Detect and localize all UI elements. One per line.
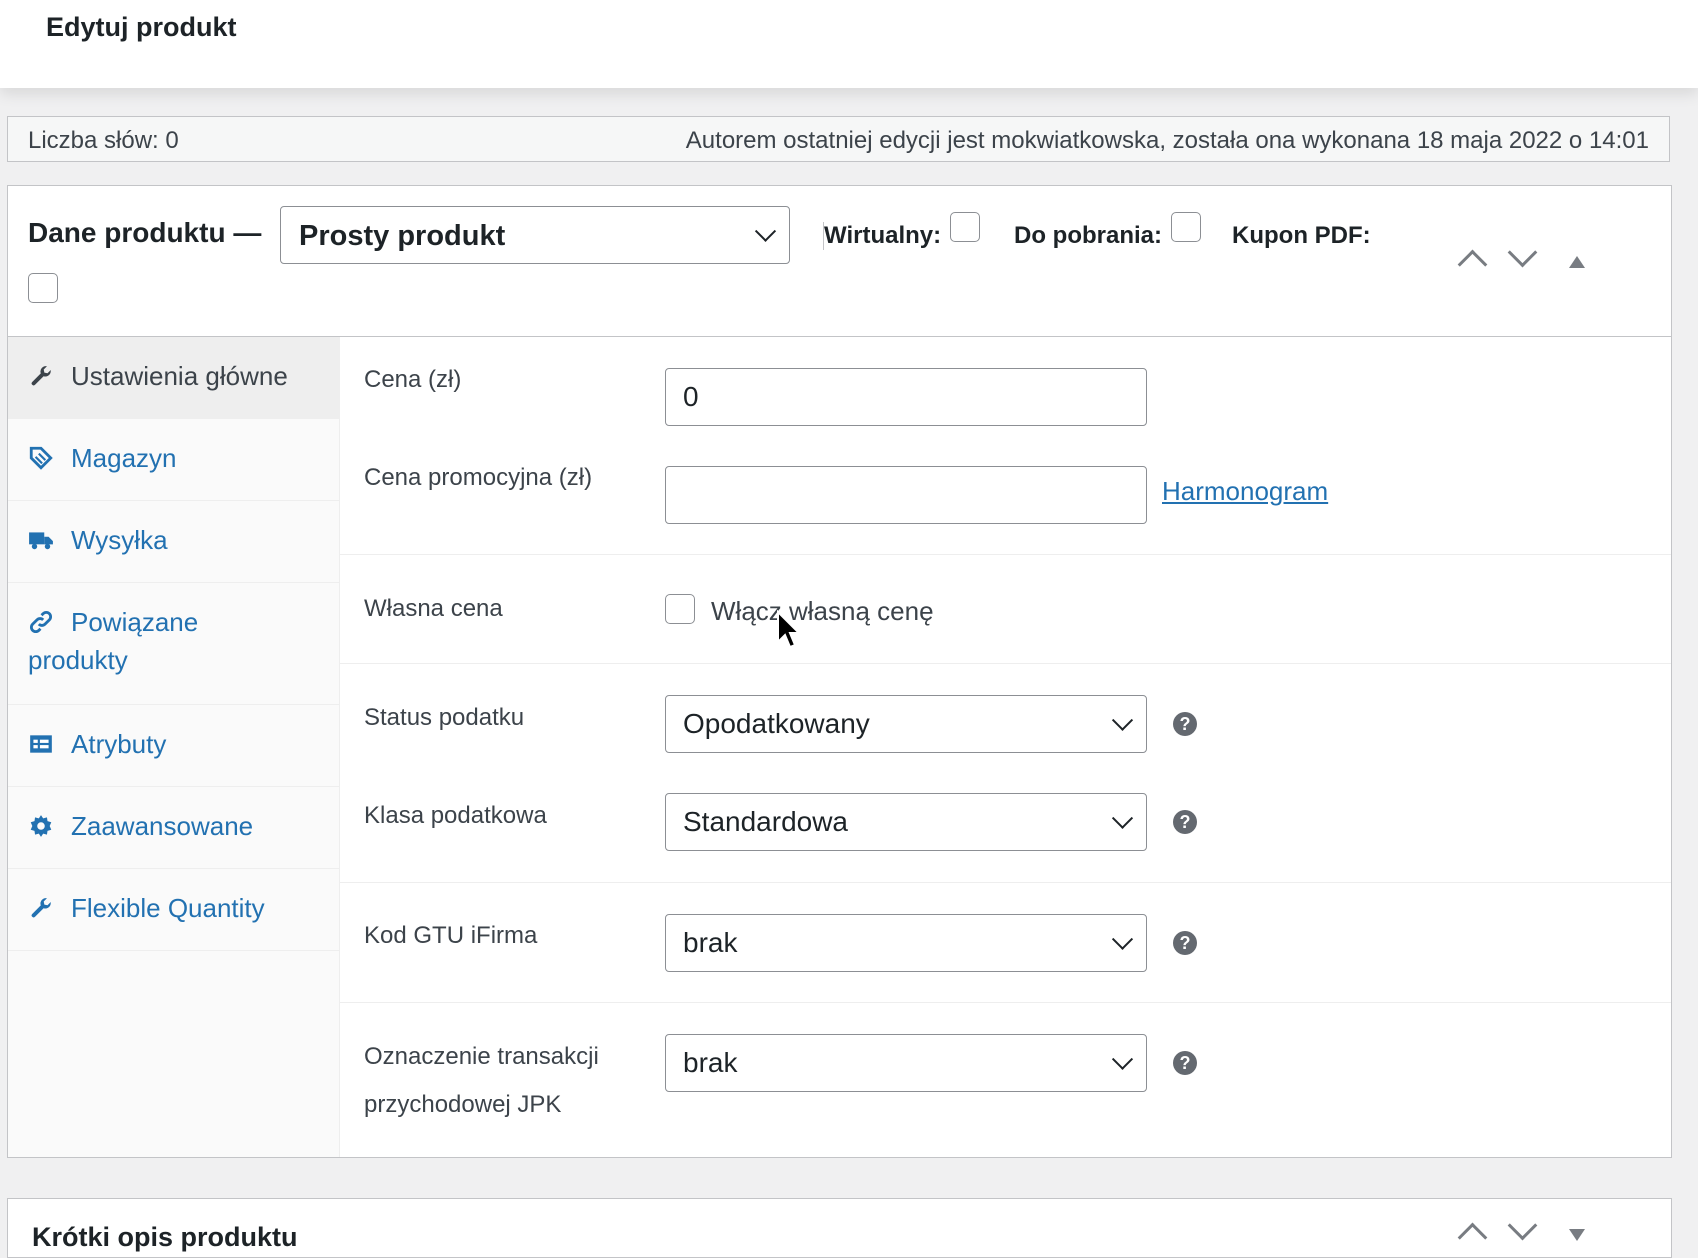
downloadable-checkbox[interactable] <box>1171 212 1201 242</box>
tab-label: Wysyłka <box>71 525 168 555</box>
general-settings-panel: Cena (zł) 0 Cena promocyjna (zł) Harmono… <box>340 337 1671 1157</box>
virtual-label: Wirtualny: <box>824 222 942 249</box>
tax-status-select[interactable]: Opodatkowany <box>665 695 1147 753</box>
product-data-label: Dane produktu — <box>28 217 262 248</box>
jpk-section: Oznaczenie transakcji przychodowej JPK b… <box>340 1003 1671 1157</box>
tab-label-line2: produkty <box>28 645 128 675</box>
move-down-icon[interactable] <box>1507 237 1538 268</box>
pdf-coupon-checkbox[interactable] <box>28 273 58 303</box>
sale-price-label: Cena promocyjna (zł) <box>364 464 593 491</box>
gtu-label: Kod GTU iFirma <box>364 922 538 949</box>
page-title: Edytuj produkt <box>46 12 237 42</box>
custom-price-checkbox[interactable] <box>665 594 695 624</box>
custom-price-checkbox-label[interactable]: Włącz własną cenę <box>711 596 934 627</box>
tab-shipping[interactable]: Wysyłka <box>8 501 339 583</box>
word-count: Liczba słów: 0 <box>28 127 179 154</box>
jpk-label-line2: przychodowej JPK <box>364 1091 562 1118</box>
help-icon[interactable]: ? <box>1173 931 1197 955</box>
move-down-icon[interactable] <box>1507 1210 1538 1241</box>
tax-class-select[interactable]: Standardowa <box>665 793 1147 851</box>
tab-general[interactable]: Ustawienia główne <box>8 337 339 419</box>
product-type-value: Prosty produkt <box>299 220 506 252</box>
tax-class-value: Standardowa <box>683 806 849 837</box>
tax-class-label: Klasa podatkowa <box>364 802 547 829</box>
tab-attributes[interactable]: Atrybuty <box>8 705 339 787</box>
tax-status-value: Opodatkowany <box>683 708 870 739</box>
price-value: 0 <box>683 381 699 412</box>
gear-icon <box>30 815 52 837</box>
move-up-icon[interactable] <box>1457 249 1488 280</box>
jpk-value: brak <box>683 1047 738 1078</box>
mouse-cursor-icon <box>777 610 802 649</box>
tab-label: Powiązane <box>71 607 199 637</box>
virtual-checkbox[interactable] <box>950 212 980 242</box>
tab-label: Ustawienia główne <box>71 361 288 391</box>
chevron-down-icon <box>754 220 777 242</box>
tab-label: Atrybuty <box>71 729 167 759</box>
gtu-section: Kod GTU iFirma brak ? <box>340 883 1671 1003</box>
wrench-icon <box>31 898 51 918</box>
tax-status-label: Status podatku <box>364 704 525 731</box>
jpk-select[interactable]: brak <box>665 1034 1147 1092</box>
tab-flexible-quantity[interactable]: Flexible Quantity <box>8 869 339 951</box>
sale-price-input[interactable] <box>665 466 1147 524</box>
tab-inventory[interactable]: Magazyn <box>8 419 339 501</box>
tab-label: Magazyn <box>71 443 177 473</box>
move-up-icon[interactable] <box>1457 1222 1488 1253</box>
downloadable-label: Do pobrania: <box>1014 222 1162 249</box>
help-icon[interactable]: ? <box>1173 810 1197 834</box>
wrench-icon <box>31 366 51 386</box>
short-description-label: Krótki opis produktu <box>32 1222 298 1252</box>
truck-icon <box>29 532 53 550</box>
product-data-tabs: Ustawienia główne Magazyn Wysyłka Powiąz… <box>8 337 340 1157</box>
gtu-value: brak <box>683 927 738 958</box>
price-input[interactable]: 0 <box>665 368 1147 426</box>
help-icon[interactable]: ? <box>1173 1051 1197 1075</box>
help-icon[interactable]: ? <box>1173 712 1197 736</box>
gtu-select[interactable]: brak <box>665 914 1147 972</box>
product-data-header: Dane produktu — Prosty produkt Wirtualny… <box>8 186 1671 337</box>
product-type-select[interactable]: Prosty produkt <box>280 206 790 264</box>
jpk-label-line1: Oznaczenie transakcji <box>364 1043 599 1070</box>
chevron-down-icon <box>1111 807 1134 829</box>
link-icon <box>29 610 53 634</box>
custom-price-label: Własna cena <box>364 595 503 622</box>
schedule-link[interactable]: Harmonogram <box>1162 476 1328 507</box>
tab-label: Zaawansowane <box>71 811 254 841</box>
custom-price-section: Własna cena Włącz własną cenę <box>340 555 1671 664</box>
product-data-box: Dane produktu — Prosty produkt Wirtualny… <box>7 185 1672 1158</box>
chevron-down-icon <box>1111 709 1134 731</box>
pdf-coupon-label: Kupon PDF: <box>1232 222 1371 249</box>
toggle-panel-icon[interactable] <box>1569 256 1585 268</box>
chevron-down-icon <box>1111 1048 1134 1070</box>
tab-linked-products[interactable]: Powiązane produkty <box>8 583 339 705</box>
tab-label: Flexible Quantity <box>71 893 265 923</box>
list-icon <box>30 735 52 753</box>
tax-section: Status podatku Opodatkowany ? Klasa poda… <box>340 664 1671 883</box>
tab-advanced[interactable]: Zaawansowane <box>8 787 339 869</box>
short-description-box: Krótki opis produktu <box>7 1198 1672 1258</box>
tag-icon <box>29 446 53 470</box>
page-header: Edytuj produkt <box>0 0 1698 88</box>
last-edit-info: Autorem ostatniej edycji jest mokwiatkow… <box>685 127 1649 154</box>
pricing-section: Cena (zł) 0 Cena promocyjna (zł) Harmono… <box>340 337 1671 555</box>
word-count-bar: Liczba słów: 0 Autorem ostatniej edycji … <box>7 116 1670 162</box>
toggle-panel-icon[interactable] <box>1569 1229 1585 1241</box>
chevron-down-icon <box>1111 928 1134 950</box>
price-label: Cena (zł) <box>364 366 462 393</box>
